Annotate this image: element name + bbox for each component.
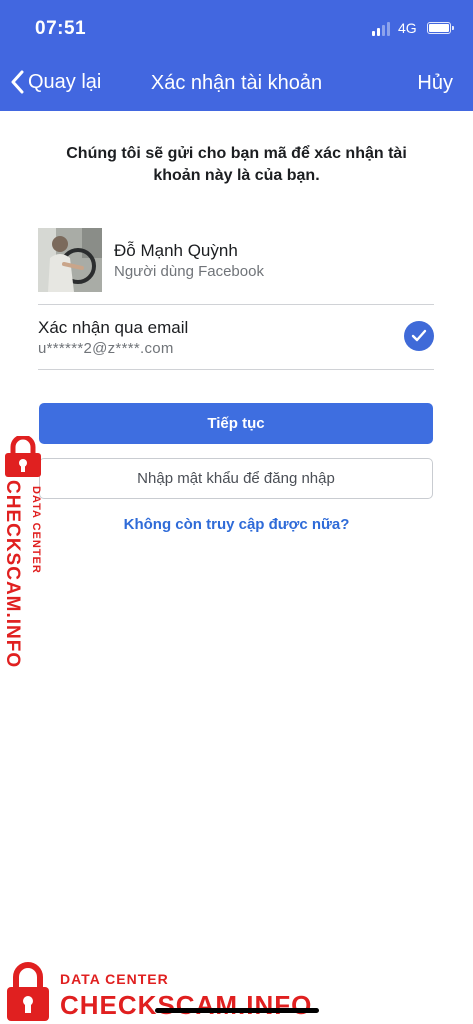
continue-button[interactable]: Tiếp tục (39, 403, 433, 444)
watermark-tagline: DATA CENTER (30, 486, 42, 574)
account-name: Đỗ Mạnh Quỳnh (114, 241, 238, 260)
checkmark-icon (404, 321, 434, 351)
home-indicator (155, 1008, 319, 1013)
intro-text: Chúng tôi sẽ gửi cho bạn mã để xác nhận … (66, 145, 407, 184)
option-title: Xác nhận qua email (38, 318, 189, 337)
watermark-bottom: DATA CENTER CHECKSCAM.INFO (0, 958, 473, 1024)
network-type: 4G (398, 20, 417, 36)
avatar (38, 228, 102, 292)
chevron-left-icon (10, 70, 24, 94)
cancel-button[interactable]: Hủy (417, 72, 453, 95)
signal-icon (372, 22, 392, 36)
password-login-button[interactable]: Nhập mật khẩu để đăng nhập (39, 458, 433, 499)
no-access-link[interactable]: Không còn truy cập được nữa? (0, 516, 473, 533)
watermark-side: CHECKSCAM.INFO DATA CENTER (0, 432, 50, 672)
app-header: 07:51 4G Quay lại Xác nhận tài khoản Hủy (0, 0, 473, 111)
nav-bar: Quay lại Xác nhận tài khoản Hủy (0, 56, 473, 111)
account-subtitle: Người dùng Facebook (114, 263, 264, 280)
lock-icon (5, 436, 41, 477)
masked-email: u******2@z****.com (38, 340, 174, 357)
back-label: Quay lại (28, 70, 102, 93)
battery-icon (427, 22, 454, 34)
watermark-brand: CHECKSCAM.INFO (2, 480, 23, 669)
divider (38, 369, 434, 370)
back-button[interactable]: Quay lại (10, 70, 101, 94)
verify-email-option[interactable]: Xác nhận qua email u******2@z****.com (38, 305, 434, 369)
watermark-brand: CHECKSCAM.INFO (60, 990, 313, 1020)
status-time: 07:51 (35, 18, 87, 39)
account-card: Đỗ Mạnh Quỳnh Người dùng Facebook (38, 228, 434, 292)
status-bar: 07:51 4G (0, 0, 473, 56)
watermark-tagline: DATA CENTER (60, 971, 169, 987)
lock-icon (7, 962, 49, 1021)
